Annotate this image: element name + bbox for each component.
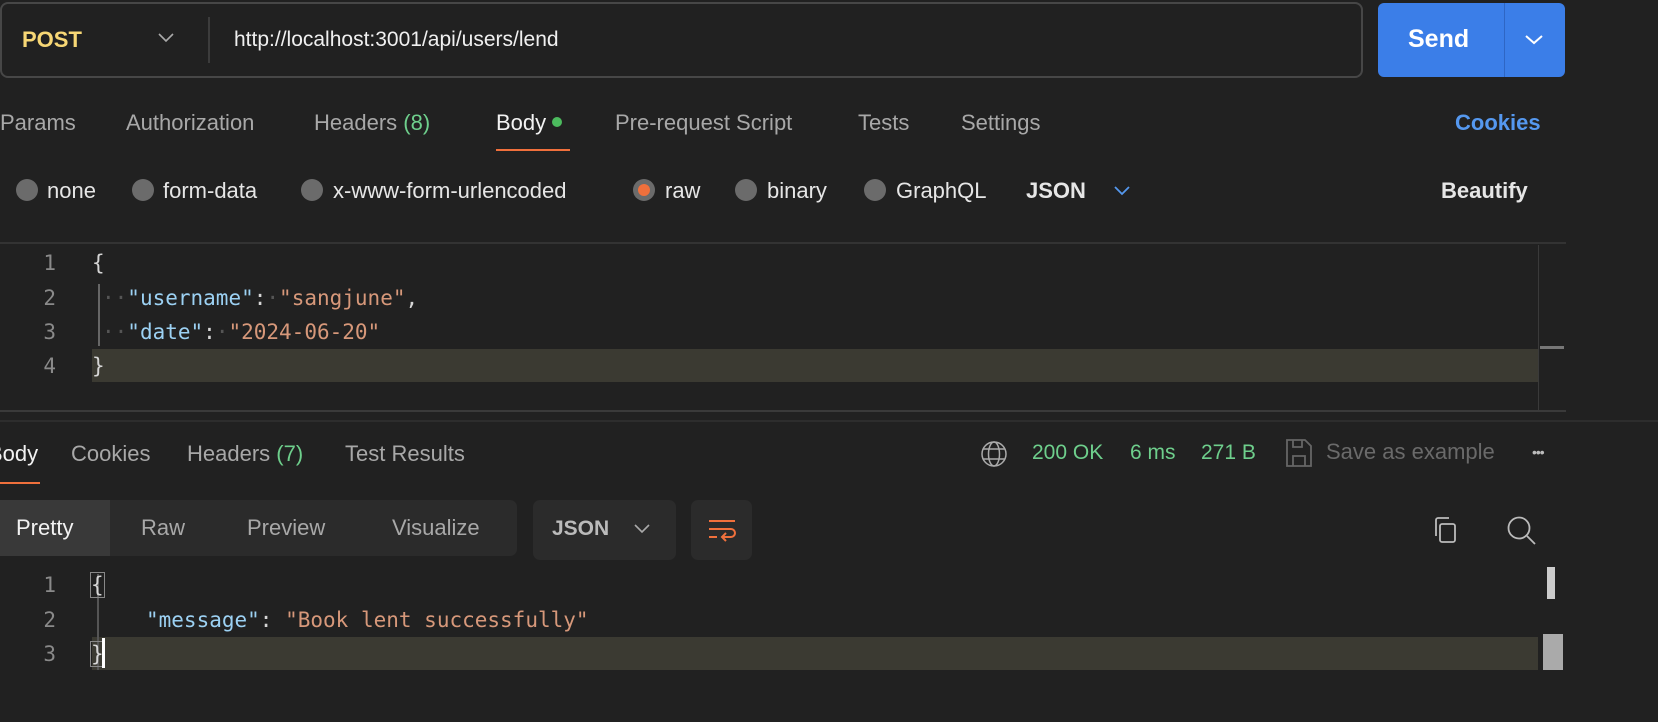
response-time[interactable]: 6 ms [1130, 441, 1176, 465]
search-icon[interactable] [1505, 514, 1537, 546]
resp-tab-cookies[interactable]: Cookies [71, 441, 150, 467]
save-icon [1286, 439, 1312, 467]
line-number: 2 [43, 608, 56, 632]
wrap-lines-button[interactable] [691, 500, 752, 560]
scroll-marker [1540, 346, 1564, 349]
radio-label: form-data [163, 178, 258, 203]
radio-label: GraphQL [896, 178, 987, 203]
current-line-highlight [92, 349, 1538, 382]
radio-form-data[interactable] [132, 179, 154, 201]
divider [1504, 3, 1505, 77]
code-line: "message": "Book lent successfully" [146, 608, 589, 632]
cookies-link[interactable]: Cookies [1455, 110, 1541, 136]
beautify-button[interactable]: Beautify [1441, 178, 1528, 204]
copy-icon[interactable] [1432, 515, 1460, 545]
url-input[interactable]: http://localhost:3001/api/users/lend [234, 28, 559, 52]
radio-binary[interactable] [735, 179, 757, 201]
resp-tab-headers[interactable]: Headers (7) [187, 441, 303, 467]
chevron-down-icon [634, 524, 650, 534]
globe-icon[interactable] [979, 439, 1009, 469]
radio-label: none [47, 178, 96, 203]
radio-graphql[interactable] [864, 179, 886, 201]
send-button[interactable]: Send [1378, 3, 1565, 77]
radio-urlencoded[interactable] [301, 179, 323, 201]
scroll-marker [1543, 634, 1563, 670]
line-number: 3 [43, 320, 56, 344]
body-format-select[interactable]: JSON [1026, 178, 1086, 204]
resp-tab-body[interactable]: Body [0, 441, 38, 467]
radio-none[interactable] [16, 179, 38, 201]
response-size[interactable]: 271 B [1201, 441, 1256, 465]
code-brace: } [92, 354, 105, 378]
line-number: 1 [43, 573, 56, 597]
text-cursor [102, 638, 105, 668]
active-tab-underline [496, 149, 570, 151]
tab-label: Headers [187, 441, 271, 466]
view-visualize[interactable]: Visualize [392, 515, 480, 541]
resize-handle[interactable] [0, 410, 1566, 412]
tab-label: Headers [314, 110, 398, 135]
radio-label: binary [767, 178, 827, 203]
tab-pre-request-script[interactable]: Pre-request Script [615, 110, 792, 136]
method-select[interactable]: POST [22, 27, 82, 53]
status-code[interactable]: 200 OK [1032, 441, 1103, 465]
editor-scrollbar[interactable] [1538, 245, 1539, 410]
radio-label: x-www-form-urlencoded [333, 178, 567, 203]
code-brace: { [92, 251, 105, 275]
chevron-down-icon[interactable] [158, 33, 174, 43]
line-number: 4 [43, 354, 56, 378]
chevron-down-icon[interactable] [1525, 35, 1543, 45]
radio-label: raw [665, 178, 701, 203]
more-options-icon[interactable]: ••• [1532, 444, 1545, 460]
view-raw[interactable]: Raw [141, 515, 185, 541]
send-label: Send [1408, 25, 1470, 53]
resp-tab-test-results[interactable]: Test Results [345, 441, 465, 467]
radio-raw[interactable] [633, 179, 655, 201]
code-line: ··"date":·"2024-06-20" [102, 320, 381, 344]
tab-body[interactable]: Body [496, 110, 563, 136]
tab-params[interactable]: Params [0, 110, 76, 136]
active-tab-underline [0, 482, 40, 484]
code-brace: { [90, 572, 105, 598]
headers-count: (8) [403, 110, 431, 135]
save-as-example-button[interactable]: Save as example [1326, 439, 1495, 465]
tab-authorization[interactable]: Authorization [126, 110, 254, 136]
modified-dot-icon [552, 117, 563, 127]
current-line-highlight [92, 637, 1538, 670]
view-pretty[interactable]: Pretty [16, 515, 73, 541]
url-bar [0, 2, 1363, 78]
line-number: 2 [43, 286, 56, 310]
indent-guide [98, 284, 100, 346]
line-number: 1 [43, 251, 56, 275]
divider [0, 242, 1566, 244]
scrollbar-thumb[interactable] [1547, 567, 1555, 599]
divider [0, 420, 1658, 422]
tab-headers[interactable]: Headers (8) [314, 110, 430, 136]
wrap-lines-icon [709, 520, 736, 542]
chevron-down-icon[interactable] [1114, 186, 1130, 196]
code-line: ··"username":·"sangjune", [102, 286, 419, 310]
tab-settings[interactable]: Settings [961, 110, 1041, 136]
view-preview[interactable]: Preview [247, 515, 325, 541]
divider [208, 17, 210, 63]
line-number: 3 [43, 642, 56, 666]
response-format-label: JSON [552, 517, 610, 540]
headers-count: (7) [276, 441, 304, 466]
tab-tests[interactable]: Tests [858, 110, 909, 136]
tab-label: Body [496, 110, 547, 135]
